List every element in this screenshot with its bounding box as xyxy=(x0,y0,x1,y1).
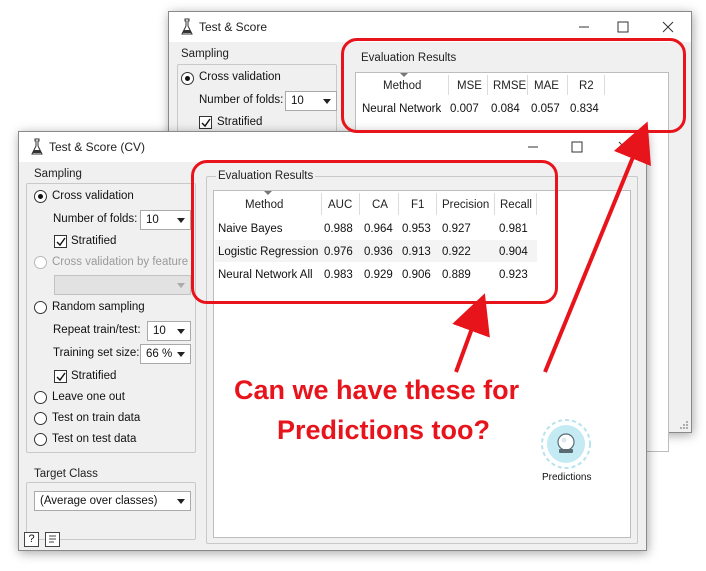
predictions-widget[interactable] xyxy=(540,418,592,470)
arrow-to-back-results xyxy=(543,121,651,373)
predictions-icon xyxy=(541,419,591,469)
annotation-arrows xyxy=(452,121,651,373)
predictions-label: Predictions xyxy=(542,472,592,483)
arrow-to-front-results xyxy=(452,293,490,373)
callout-line-1: Can we have these for xyxy=(234,375,520,405)
callout-line-2: Predictions too? xyxy=(277,415,491,445)
